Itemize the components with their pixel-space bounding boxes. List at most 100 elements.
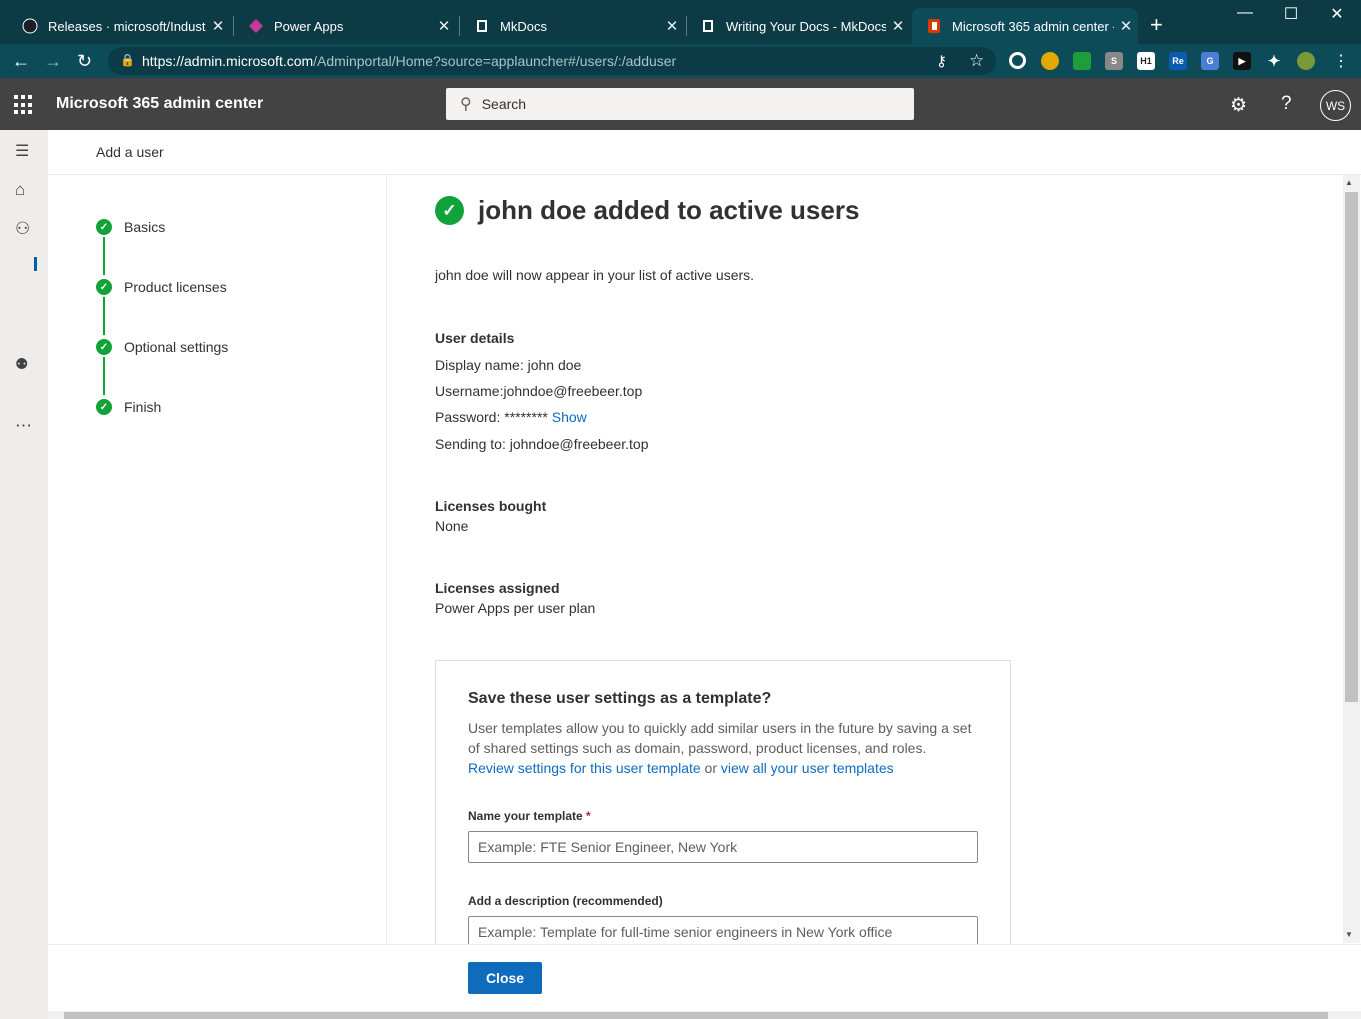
reload-icon[interactable]: ↻ — [77, 51, 92, 72]
licenses-assigned-value: Power Apps per user plan — [435, 600, 596, 616]
horizontal-scroll-thumb[interactable] — [64, 1012, 1328, 1019]
step-complete-check-icon: ✓ — [96, 219, 112, 235]
step-complete-check-icon: ✓ — [96, 279, 112, 295]
close-tab-icon[interactable]: ✕ — [886, 17, 910, 35]
scroll-up-arrow-icon[interactable]: ▲ — [1345, 178, 1353, 187]
close-tab-icon[interactable]: ✕ — [660, 17, 684, 35]
username-value: Username:johndoe@freebeer.top — [435, 383, 643, 399]
password-value: Password: ******** — [435, 409, 548, 425]
required-marker: * — [586, 809, 591, 823]
template-card-title: Save these user settings as a template? — [468, 690, 772, 707]
bookmark-star-icon[interactable]: ☆ — [969, 51, 984, 71]
extension-translate-icon[interactable]: G — [1201, 52, 1219, 70]
close-tab-icon[interactable]: ✕ — [1114, 17, 1138, 35]
mkdocs-icon — [700, 18, 716, 34]
left-nav-rail — [0, 130, 48, 1019]
browser-tab-m365-admin[interactable]: Microsoft 365 admin center - A ✕ — [912, 8, 1138, 44]
step-complete-check-icon: ✓ — [96, 399, 112, 415]
app-title[interactable]: Microsoft 365 admin center — [56, 95, 263, 113]
user-avatar[interactable]: WS — [1320, 90, 1351, 121]
tab-title: Writing Your Docs - MkDocs — [726, 18, 886, 34]
licenses-bought-label: Licenses bought — [435, 498, 547, 514]
panel-header — [48, 130, 1361, 175]
url-text[interactable]: https://admin.microsoft.com/Adminportal/… — [142, 53, 676, 69]
close-window-icon[interactable]: ✕ — [1314, 4, 1360, 24]
close-button[interactable]: Close — [468, 962, 542, 994]
template-description: of shared settings such as domain, passw… — [468, 740, 927, 756]
key-icon[interactable]: ⚷ — [936, 52, 947, 70]
browser-menu-icon[interactable]: ⋮ — [1333, 51, 1349, 71]
extension-h1-icon[interactable]: H1 — [1137, 52, 1155, 70]
extension-color-icon[interactable] — [1041, 52, 1059, 70]
show-password-link[interactable]: Show — [552, 409, 587, 425]
extension-circle-icon[interactable] — [1009, 52, 1026, 69]
vertical-scroll-thumb[interactable] — [1345, 192, 1358, 702]
template-name-input[interactable] — [468, 831, 978, 863]
success-subtitle: john doe will now appear in your list of… — [435, 267, 755, 283]
extension-green-icon[interactable] — [1073, 52, 1091, 70]
browser-tab-mkdocs[interactable]: MkDocs ✕ — [460, 8, 684, 44]
step-basics[interactable]: Basics — [124, 219, 165, 235]
step-connector — [103, 237, 105, 275]
tab-title: Releases · microsoft/Industry-A — [48, 18, 206, 34]
close-tab-icon[interactable]: ✕ — [432, 17, 456, 35]
scroll-down-arrow-icon[interactable]: ▼ — [1345, 930, 1353, 939]
hamburger-menu-icon[interactable]: ☰ — [15, 141, 29, 161]
licenses-bought-value: None — [435, 518, 469, 534]
app-launcher-icon[interactable] — [14, 95, 34, 115]
forward-icon[interactable]: → — [44, 51, 62, 72]
licenses-assigned-label: Licenses assigned — [435, 580, 560, 596]
view-all-templates-link[interactable]: view all your user templates — [721, 760, 894, 776]
new-tab-icon[interactable]: + — [1150, 14, 1163, 36]
step-product-licenses[interactable]: Product licenses — [124, 279, 227, 295]
tab-title: MkDocs — [500, 18, 547, 34]
groups-icon[interactable]: ⚉ — [15, 355, 28, 373]
maximize-window-icon[interactable]: ☐ — [1268, 4, 1314, 24]
tab-title: Power Apps — [274, 18, 344, 34]
search-box[interactable]: ⚲ Search — [446, 88, 914, 120]
step-connector — [103, 357, 105, 395]
user-details-label: User details — [435, 330, 515, 346]
lock-icon[interactable]: 🔒 — [120, 53, 135, 67]
extensions-puzzle-icon[interactable]: ✦ — [1265, 52, 1283, 70]
template-name-label-text: Name your template — [468, 809, 583, 823]
step-optional-settings[interactable]: Optional settings — [124, 339, 228, 355]
office-icon — [926, 18, 942, 34]
minimize-window-icon[interactable]: — — [1222, 4, 1268, 22]
extension-play-icon[interactable]: ▶ — [1233, 52, 1251, 70]
template-name-label: Name your template * — [468, 809, 591, 823]
user-icon[interactable]: ⚇ — [15, 219, 30, 239]
search-icon: ⚲ — [460, 96, 472, 113]
nav-selected-indicator — [34, 257, 37, 271]
review-template-link[interactable]: Review settings for this user template — [468, 760, 701, 776]
url-path: /Adminportal/Home?source=applauncher#/us… — [313, 53, 677, 69]
sending-to-value: Sending to: johndoe@freebeer.top — [435, 436, 649, 452]
extension-s-icon[interactable]: S — [1105, 52, 1123, 70]
powerapps-icon — [248, 18, 264, 34]
browser-tab-releases[interactable]: Releases · microsoft/Industry-A ✕ — [8, 8, 230, 44]
page-heading: john doe added to active users — [478, 195, 860, 225]
profile-avatar-icon[interactable] — [1297, 52, 1315, 70]
panel-footer — [48, 944, 1361, 1012]
template-links-row: Review settings for this user template o… — [468, 760, 894, 776]
template-description-label: Add a description (recommended) — [468, 894, 663, 908]
help-icon[interactable]: ? — [1281, 93, 1292, 115]
settings-gear-icon[interactable]: ⚙ — [1230, 94, 1247, 117]
back-icon[interactable]: ← — [12, 51, 30, 72]
browser-tab-writing-docs[interactable]: Writing Your Docs - MkDocs ✕ — [686, 8, 910, 44]
template-description: User templates allow you to quickly add … — [468, 720, 972, 736]
close-tab-icon[interactable]: ✕ — [206, 17, 230, 35]
home-icon[interactable]: ⌂ — [15, 180, 25, 200]
browser-tab-power-apps[interactable]: Power Apps ✕ — [234, 8, 456, 44]
password-row: Password: ******** Show — [435, 409, 587, 425]
extension-re-icon[interactable]: Re — [1169, 52, 1187, 70]
panel-title: Add a user — [96, 144, 164, 160]
step-finish[interactable]: Finish — [124, 399, 161, 415]
mkdocs-icon — [474, 18, 490, 34]
more-icon[interactable]: ⋯ — [15, 416, 32, 436]
or-text: or — [704, 760, 717, 776]
step-complete-check-icon: ✓ — [96, 339, 112, 355]
url-host: https://admin.microsoft.com — [142, 53, 314, 69]
display-name-value: Display name: john doe — [435, 357, 582, 373]
search-placeholder: Search — [481, 96, 527, 112]
